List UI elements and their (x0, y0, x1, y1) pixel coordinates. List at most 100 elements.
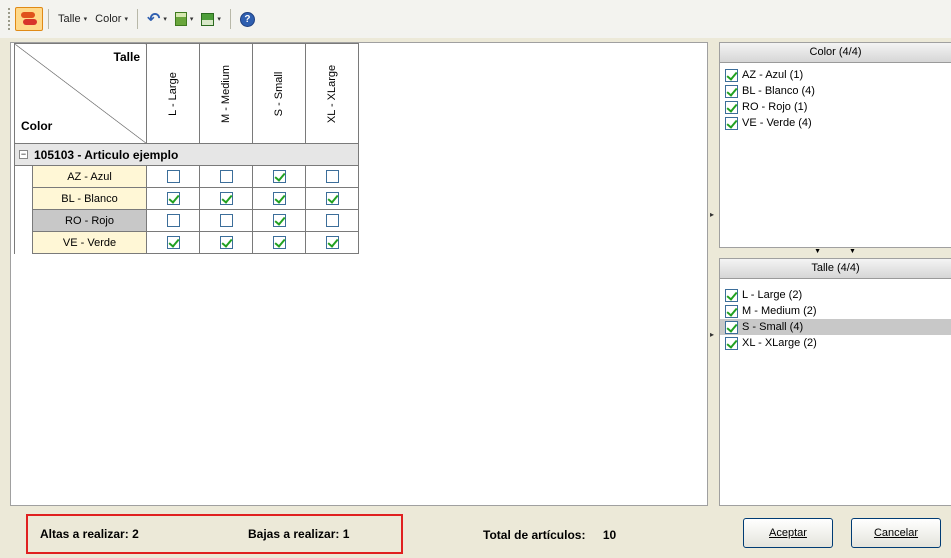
color-filter-checkbox[interactable] (725, 116, 738, 130)
color-dropdown-label: Color (95, 13, 122, 25)
row-indent (14, 187, 33, 210)
view-options-button[interactable]: ▾ (171, 7, 198, 31)
row-header[interactable]: AZ - Azul (32, 165, 147, 188)
matrix-checkbox[interactable] (219, 192, 233, 205)
matrix-checkbox[interactable] (325, 192, 339, 205)
row-header[interactable]: BL - Blanco (32, 187, 147, 210)
toolbar-grip[interactable] (8, 8, 11, 30)
list-item[interactable]: BL - Blanco (4) (720, 83, 951, 99)
color-filter-panel: Color (4/4) AZ - Azul (1) BL - Blanco (4… (719, 42, 951, 248)
toolbar-separator (136, 9, 138, 29)
altas-label: Altas a realizar: (40, 527, 129, 541)
matrix-checkbox[interactable] (325, 236, 339, 249)
matrix-checkbox[interactable] (325, 214, 339, 227)
save-icon (201, 12, 215, 26)
matrix-checkbox[interactable] (272, 214, 286, 227)
group-row: − 105103 - Articulo ejemplo (14, 143, 359, 166)
list-item-label: AZ - Azul (1) (742, 69, 804, 81)
color-filter-checkbox[interactable] (725, 84, 738, 98)
accept-button[interactable]: Aceptar (743, 518, 833, 548)
matrix-checkbox[interactable] (219, 170, 233, 183)
chevron-down-icon: ▾ (217, 16, 221, 23)
matrix-checkbox[interactable] (166, 192, 180, 205)
undo-icon: ↶ (146, 11, 161, 28)
list-item[interactable]: AZ - Azul (1) (720, 67, 951, 83)
talle-filter-checkbox[interactable] (725, 336, 738, 350)
grid-view-icon (174, 12, 187, 26)
talle-filter-checkbox[interactable] (725, 304, 738, 318)
table-row: RO - Rojo (14, 209, 359, 232)
bajas-summary: Bajas a realizar: 1 (248, 527, 349, 541)
matrix-checkbox[interactable] (272, 236, 286, 249)
list-item[interactable]: VE - Verde (4) (720, 115, 951, 131)
corner-talle-label: Talle (113, 50, 140, 64)
group-header[interactable]: − 105103 - Articulo ejemplo (14, 143, 359, 166)
talle-dropdown-label: Talle (58, 13, 81, 25)
matrix-checkbox[interactable] (325, 170, 339, 183)
list-item[interactable]: RO - Rojo (1) (720, 99, 951, 115)
total-label: Total de artículos: (483, 528, 586, 542)
size-color-matrix: Talle Color L - Large M - Medium S - Sma… (14, 43, 359, 254)
column-header[interactable]: M - Medium (199, 43, 253, 144)
undo-button[interactable]: ↶ ▾ (143, 7, 171, 31)
talle-filter-checkbox[interactable] (725, 320, 738, 334)
chevron-down-icon: ▾ (124, 16, 128, 23)
toolbar-separator (48, 9, 49, 29)
matrix-panel: Talle Color L - Large M - Medium S - Sma… (10, 42, 708, 506)
list-item[interactable]: XL - XLarge (2) (720, 335, 951, 351)
list-item[interactable]: S - Small (4) (720, 319, 951, 335)
list-item-label: VE - Verde (4) (742, 117, 812, 129)
talle-filter-checkbox[interactable] (725, 288, 738, 302)
list-item-label: RO - Rojo (1) (742, 101, 808, 113)
list-item-label: BL - Blanco (4) (742, 85, 815, 97)
altas-value: 2 (132, 527, 139, 541)
panel-splitter[interactable]: ▼ ▼ (719, 248, 951, 256)
row-header[interactable]: RO - Rojo (32, 209, 147, 232)
swap-icon (20, 11, 38, 27)
matrix-checkbox[interactable] (166, 170, 180, 183)
row-indent (14, 231, 33, 254)
total-summary: Total de artículos: 10 (483, 528, 616, 542)
column-header-label: XL - XLarge (326, 64, 338, 123)
column-header-label: M - Medium (220, 64, 232, 123)
chevron-down-icon[interactable]: ▼ (849, 248, 856, 256)
corner-color-label: Color (21, 119, 53, 133)
talle-panel-title: Talle (4/4) (720, 259, 951, 279)
bajas-value: 1 (342, 527, 350, 541)
save-options-button[interactable]: ▾ (197, 7, 225, 31)
toolbar: Talle ▾ Color ▾ ↶ ▾ ▾ ▾ ? (0, 0, 951, 38)
column-header[interactable]: S - Small (252, 43, 306, 144)
talle-filter-panel: Talle (4/4) L - Large (2) M - Medium (2)… (719, 258, 951, 506)
table-row: VE - Verde (14, 231, 359, 254)
column-header-label: L - Large (167, 71, 179, 116)
help-button[interactable]: ? (236, 7, 259, 31)
chevron-down-icon[interactable]: ▼ (814, 248, 821, 256)
color-filter-checkbox[interactable] (725, 68, 738, 82)
talle-dropdown[interactable]: Talle ▾ (54, 7, 91, 31)
changes-summary: Altas a realizar: 2 Bajas a realizar: 1 (26, 514, 403, 554)
toolbar-separator (229, 9, 231, 29)
list-item[interactable]: L - Large (2) (720, 287, 951, 303)
collapse-icon[interactable]: − (19, 150, 28, 159)
column-header[interactable]: L - Large (146, 43, 200, 144)
color-panel-title: Color (4/4) (720, 43, 951, 63)
matrix-checkbox[interactable] (272, 192, 286, 205)
row-header[interactable]: VE - Verde (32, 231, 147, 254)
list-item[interactable]: M - Medium (2) (720, 303, 951, 319)
chevron-down-icon: ▾ (163, 16, 167, 23)
chevron-down-icon: ▾ (189, 16, 194, 23)
color-dropdown[interactable]: Color ▾ (91, 7, 132, 31)
matrix-checkbox[interactable] (219, 214, 233, 227)
total-value: 10 (602, 528, 617, 542)
matrix-checkbox[interactable] (166, 236, 180, 249)
matrix-checkbox[interactable] (219, 236, 233, 249)
column-header[interactable]: XL - XLarge (305, 43, 359, 144)
color-filter-checkbox[interactable] (725, 100, 738, 114)
row-indent (14, 209, 33, 232)
splitter-arrow-icon[interactable]: ▸ (710, 210, 714, 219)
matrix-checkbox[interactable] (166, 214, 180, 227)
chevron-down-icon: ▾ (83, 16, 88, 23)
cancel-button[interactable]: Cancelar (851, 518, 941, 548)
matrix-checkbox[interactable] (272, 170, 286, 183)
swap-axes-button[interactable] (15, 7, 43, 31)
